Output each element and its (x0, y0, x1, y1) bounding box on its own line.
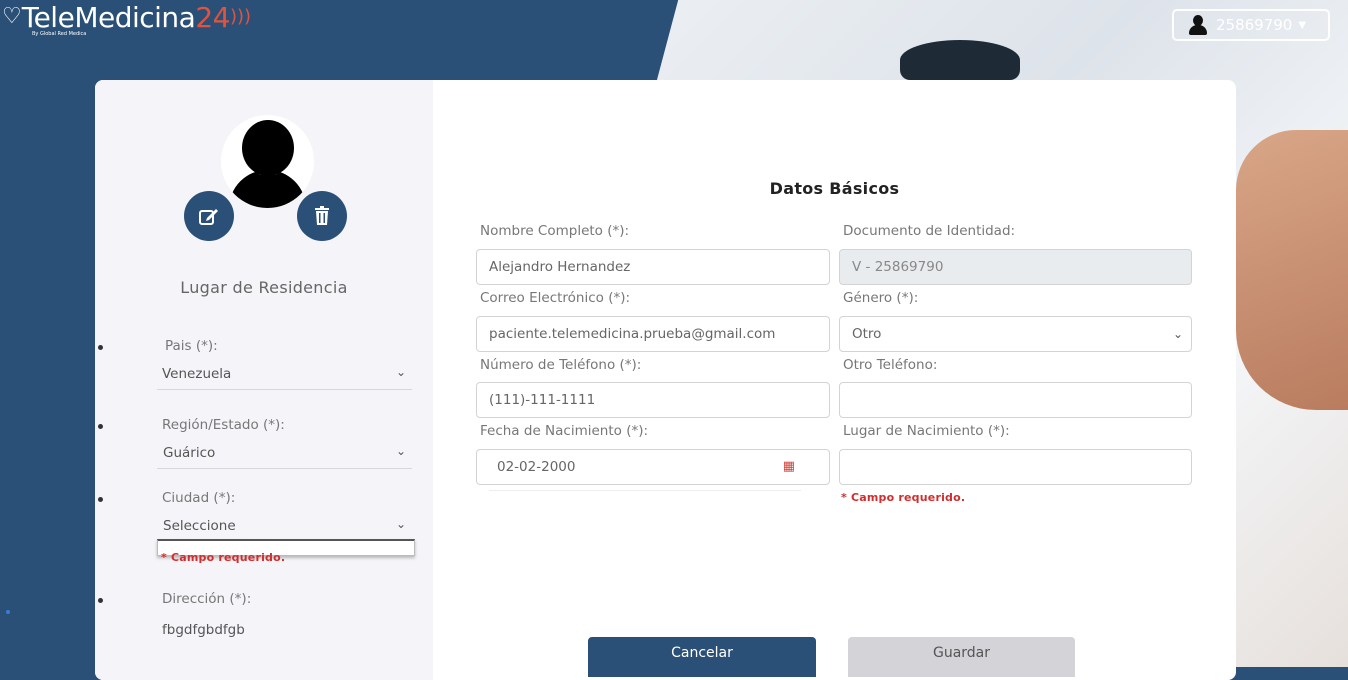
nombre-input[interactable]: Alejandro Hernandez (476, 249, 830, 285)
pais-value: Venezuela (162, 366, 232, 382)
otro-telefono-input[interactable] (839, 382, 1192, 418)
date-picker-underline (489, 456, 801, 491)
nombre-label: Nombre Completo (*): (480, 223, 630, 239)
cancel-button[interactable]: Cancelar (588, 637, 816, 677)
user-icon (1188, 15, 1208, 35)
documento-label: Documento de Identidad: (843, 223, 1016, 239)
pais-label: Pais (*): (165, 338, 218, 354)
background-stethoscope (900, 40, 1020, 80)
region-field: Región/Estado (*): Guárico ⌄ (98, 417, 415, 469)
direccion-field: Dirección (*): fbgdfgbdfgb (98, 591, 415, 638)
bullet (98, 497, 103, 502)
region-value: Guárico (163, 445, 216, 461)
brand-subtitle: By Global Red Medica (32, 31, 87, 37)
telefono-input[interactable]: (111)-111-1111 (476, 382, 830, 418)
residence-title: Lugar de Residencia (180, 278, 348, 297)
chevron-down-icon: ⌄ (395, 517, 406, 531)
profile-card: Lugar de Residencia Pais (*): Venezuela … (95, 80, 1236, 680)
otro-telefono-label: Otro Teléfono: (843, 357, 938, 373)
fecha-label: Fecha de Nacimiento (*): (480, 423, 649, 439)
telefono-label: Número de Teléfono (*): (480, 357, 642, 373)
signal-waves-icon: ))) (229, 6, 252, 27)
app-logo[interactable]: ♡ TeleMedicina24 ))) By Global Red Medic… (0, 0, 251, 40)
direccion-label: Dirección (*): (162, 591, 252, 607)
edit-icon (199, 209, 218, 225)
bullet (98, 424, 103, 429)
ciudad-label: Ciudad (*): (162, 490, 236, 506)
user-id: 25869790 (1216, 16, 1293, 34)
genero-label: Género (*): (843, 290, 919, 306)
correo-input[interactable]: paciente.telemedicina.prueba@gmail.com (476, 316, 830, 352)
pais-field: Pais (*): Venezuela ⌄ (98, 338, 415, 390)
region-select[interactable]: Guárico ⌄ (157, 444, 412, 469)
ciudad-field: Ciudad (*): Seleccione ⌄ (98, 490, 415, 542)
chevron-down-icon: ⌄ (395, 444, 406, 458)
chevron-down-icon: ⌄ (395, 365, 406, 379)
caret-down-icon: ▼ (1298, 19, 1307, 31)
basic-data-title: Datos Básicos (769, 179, 900, 198)
save-button[interactable]: Guardar (848, 637, 1075, 677)
chevron-down-icon: ⌄ (1172, 327, 1183, 341)
user-menu-button[interactable]: 25869790 ▼ (1172, 9, 1330, 41)
lugar-error: * Campo requerido. (841, 491, 966, 504)
direccion-value[interactable]: fbgdfgbdfgb (140, 622, 415, 638)
correo-label: Correo Electrónico (*): (480, 290, 631, 306)
trash-icon (315, 206, 329, 225)
region-label: Región/Estado (*): (162, 417, 285, 433)
bullet (98, 345, 103, 350)
lugar-label: Lugar de Nacimiento (*): (843, 423, 1010, 439)
edit-photo-button[interactable] (184, 191, 234, 241)
avatar (221, 115, 314, 208)
genero-select[interactable]: Otro ⌄ (839, 316, 1192, 352)
documento-input: V - 25869790 (839, 249, 1192, 285)
stethoscope-icon: ♡ (2, 4, 22, 29)
ciudad-value: Seleccione (163, 518, 236, 534)
delete-photo-button[interactable] (297, 191, 347, 241)
lugar-input[interactable] (839, 449, 1192, 485)
left-panel: Lugar de Residencia Pais (*): Venezuela … (95, 80, 433, 680)
background-arm (1236, 130, 1348, 410)
genero-value: Otro (852, 326, 882, 342)
bullet (98, 598, 103, 603)
ciudad-error: * Campo requerido. (161, 551, 286, 564)
fecha-input[interactable]: 02-02-2000 ▦ (476, 449, 830, 491)
indicator-dot (6, 610, 10, 614)
pais-select[interactable]: Venezuela ⌄ (157, 365, 412, 390)
